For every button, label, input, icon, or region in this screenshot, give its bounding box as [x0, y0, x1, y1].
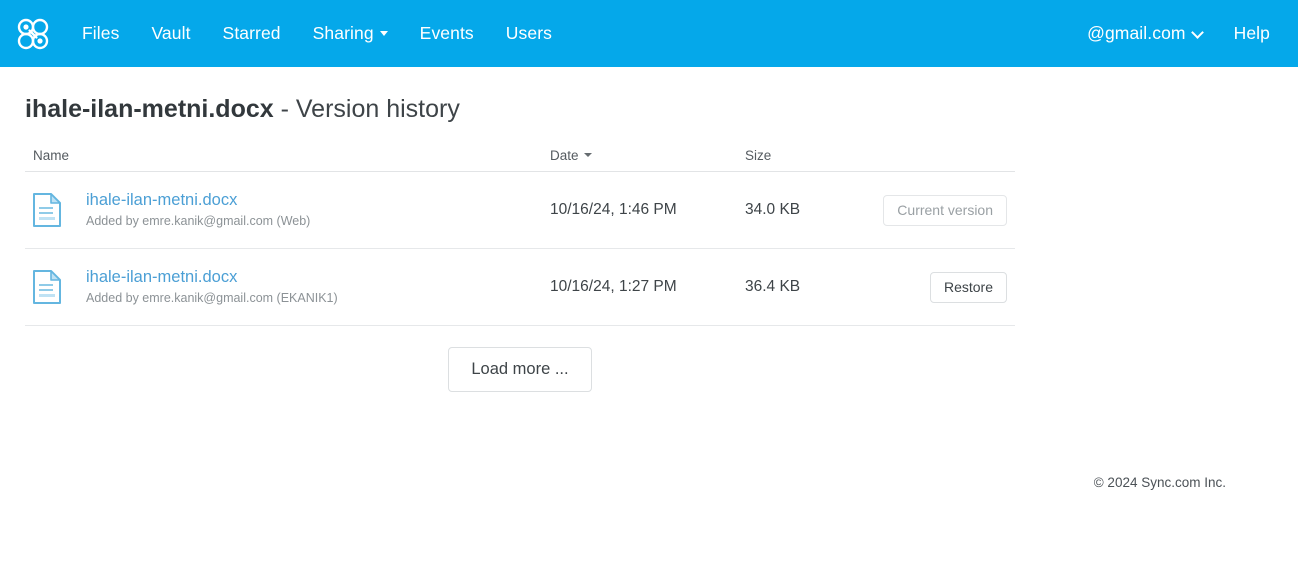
table-row: ihale-ilan-metni.docx Added by emre.kani…	[25, 172, 1015, 249]
nav-item-label: Files	[82, 23, 120, 43]
row-name-text: ihale-ilan-metni.docx Added by emre.kani…	[69, 267, 338, 307]
row-name-cell: ihale-ilan-metni.docx Added by emre.kani…	[25, 190, 550, 230]
caret-down-icon	[379, 30, 388, 36]
nav-item-help[interactable]: Help	[1218, 0, 1286, 67]
nav-item-starred[interactable]: Starred	[207, 0, 297, 67]
file-added-by: Added by emre.kanik@gmail.com (Web)	[86, 214, 311, 228]
column-header-size[interactable]: Size	[745, 148, 870, 163]
account-menu-label: @gmail.com	[1087, 23, 1186, 43]
nav-item-label: Help	[1233, 23, 1270, 43]
nav-item-label: Starred	[222, 23, 281, 43]
current-version-button[interactable]: Current version	[883, 194, 1007, 226]
row-date: 10/16/24, 1:46 PM	[550, 201, 677, 218]
primary-nav-links: Files Vault Starred Sharing Events Users	[66, 0, 568, 67]
column-header-date[interactable]: Date	[550, 148, 745, 163]
nav-item-vault[interactable]: Vault	[135, 0, 206, 67]
version-history-table: Name Date Size ihale-ilan-metni.docx Add…	[25, 139, 1015, 326]
page-title-filename: ihale-ilan-metni.docx	[25, 95, 274, 123]
secondary-nav-links: @gmail.com Help	[1071, 0, 1298, 67]
footer-copyright: © 2024 Sync.com Inc.	[1093, 475, 1226, 490]
nav-item-label: Vault	[151, 23, 191, 43]
row-size: 34.0 KB	[745, 201, 801, 218]
account-menu[interactable]: @gmail.com	[1071, 0, 1218, 67]
restore-button[interactable]: Restore	[929, 271, 1007, 303]
table-row: ihale-ilan-metni.docx Added by emre.kani…	[25, 249, 1015, 326]
row-size: 36.4 KB	[745, 278, 801, 295]
row-name-text: ihale-ilan-metni.docx Added by emre.kani…	[69, 190, 310, 230]
nav-item-label: Events	[419, 23, 474, 43]
sync-clover-logo-icon	[13, 14, 53, 54]
row-action-cell: Restore	[870, 271, 1007, 303]
page-title-suffix: - Version history	[273, 95, 460, 123]
nav-item-events[interactable]: Events	[404, 0, 490, 67]
row-date: 10/16/24, 1:27 PM	[550, 278, 677, 295]
row-name-cell: ihale-ilan-metni.docx Added by emre.kani…	[25, 267, 550, 307]
column-header-name: Name	[33, 147, 70, 163]
nav-item-files[interactable]: Files	[66, 0, 135, 67]
nav-item-label: Sharing	[312, 23, 374, 43]
load-more-container: Load more ...	[25, 347, 1015, 392]
sort-caret-down-icon	[583, 152, 592, 157]
nav-item-users[interactable]: Users	[490, 0, 568, 67]
file-name-link[interactable]: ihale-ilan-metni.docx	[86, 267, 338, 287]
file-added-by: Added by emre.kanik@gmail.com (EKANIK1)	[86, 291, 338, 305]
chevron-down-icon	[1190, 26, 1204, 39]
nav-item-label: Users	[505, 23, 552, 43]
table-header-row: Name Date Size	[25, 139, 1015, 172]
document-file-icon	[25, 269, 69, 305]
file-name-link[interactable]: ihale-ilan-metni.docx	[86, 190, 310, 210]
nav-item-sharing[interactable]: Sharing	[297, 0, 404, 67]
top-navigation-bar: Files Vault Starred Sharing Events Users…	[0, 0, 1298, 67]
page-title: ihale-ilan-metni.docx - Version history	[25, 95, 460, 124]
main-content: ihale-ilan-metni.docx - Version history …	[0, 67, 1298, 574]
load-more-button[interactable]: Load more ...	[448, 347, 592, 392]
sync-logo[interactable]	[0, 0, 66, 67]
row-action-cell: Current version	[870, 194, 1007, 226]
document-file-icon	[25, 192, 69, 228]
